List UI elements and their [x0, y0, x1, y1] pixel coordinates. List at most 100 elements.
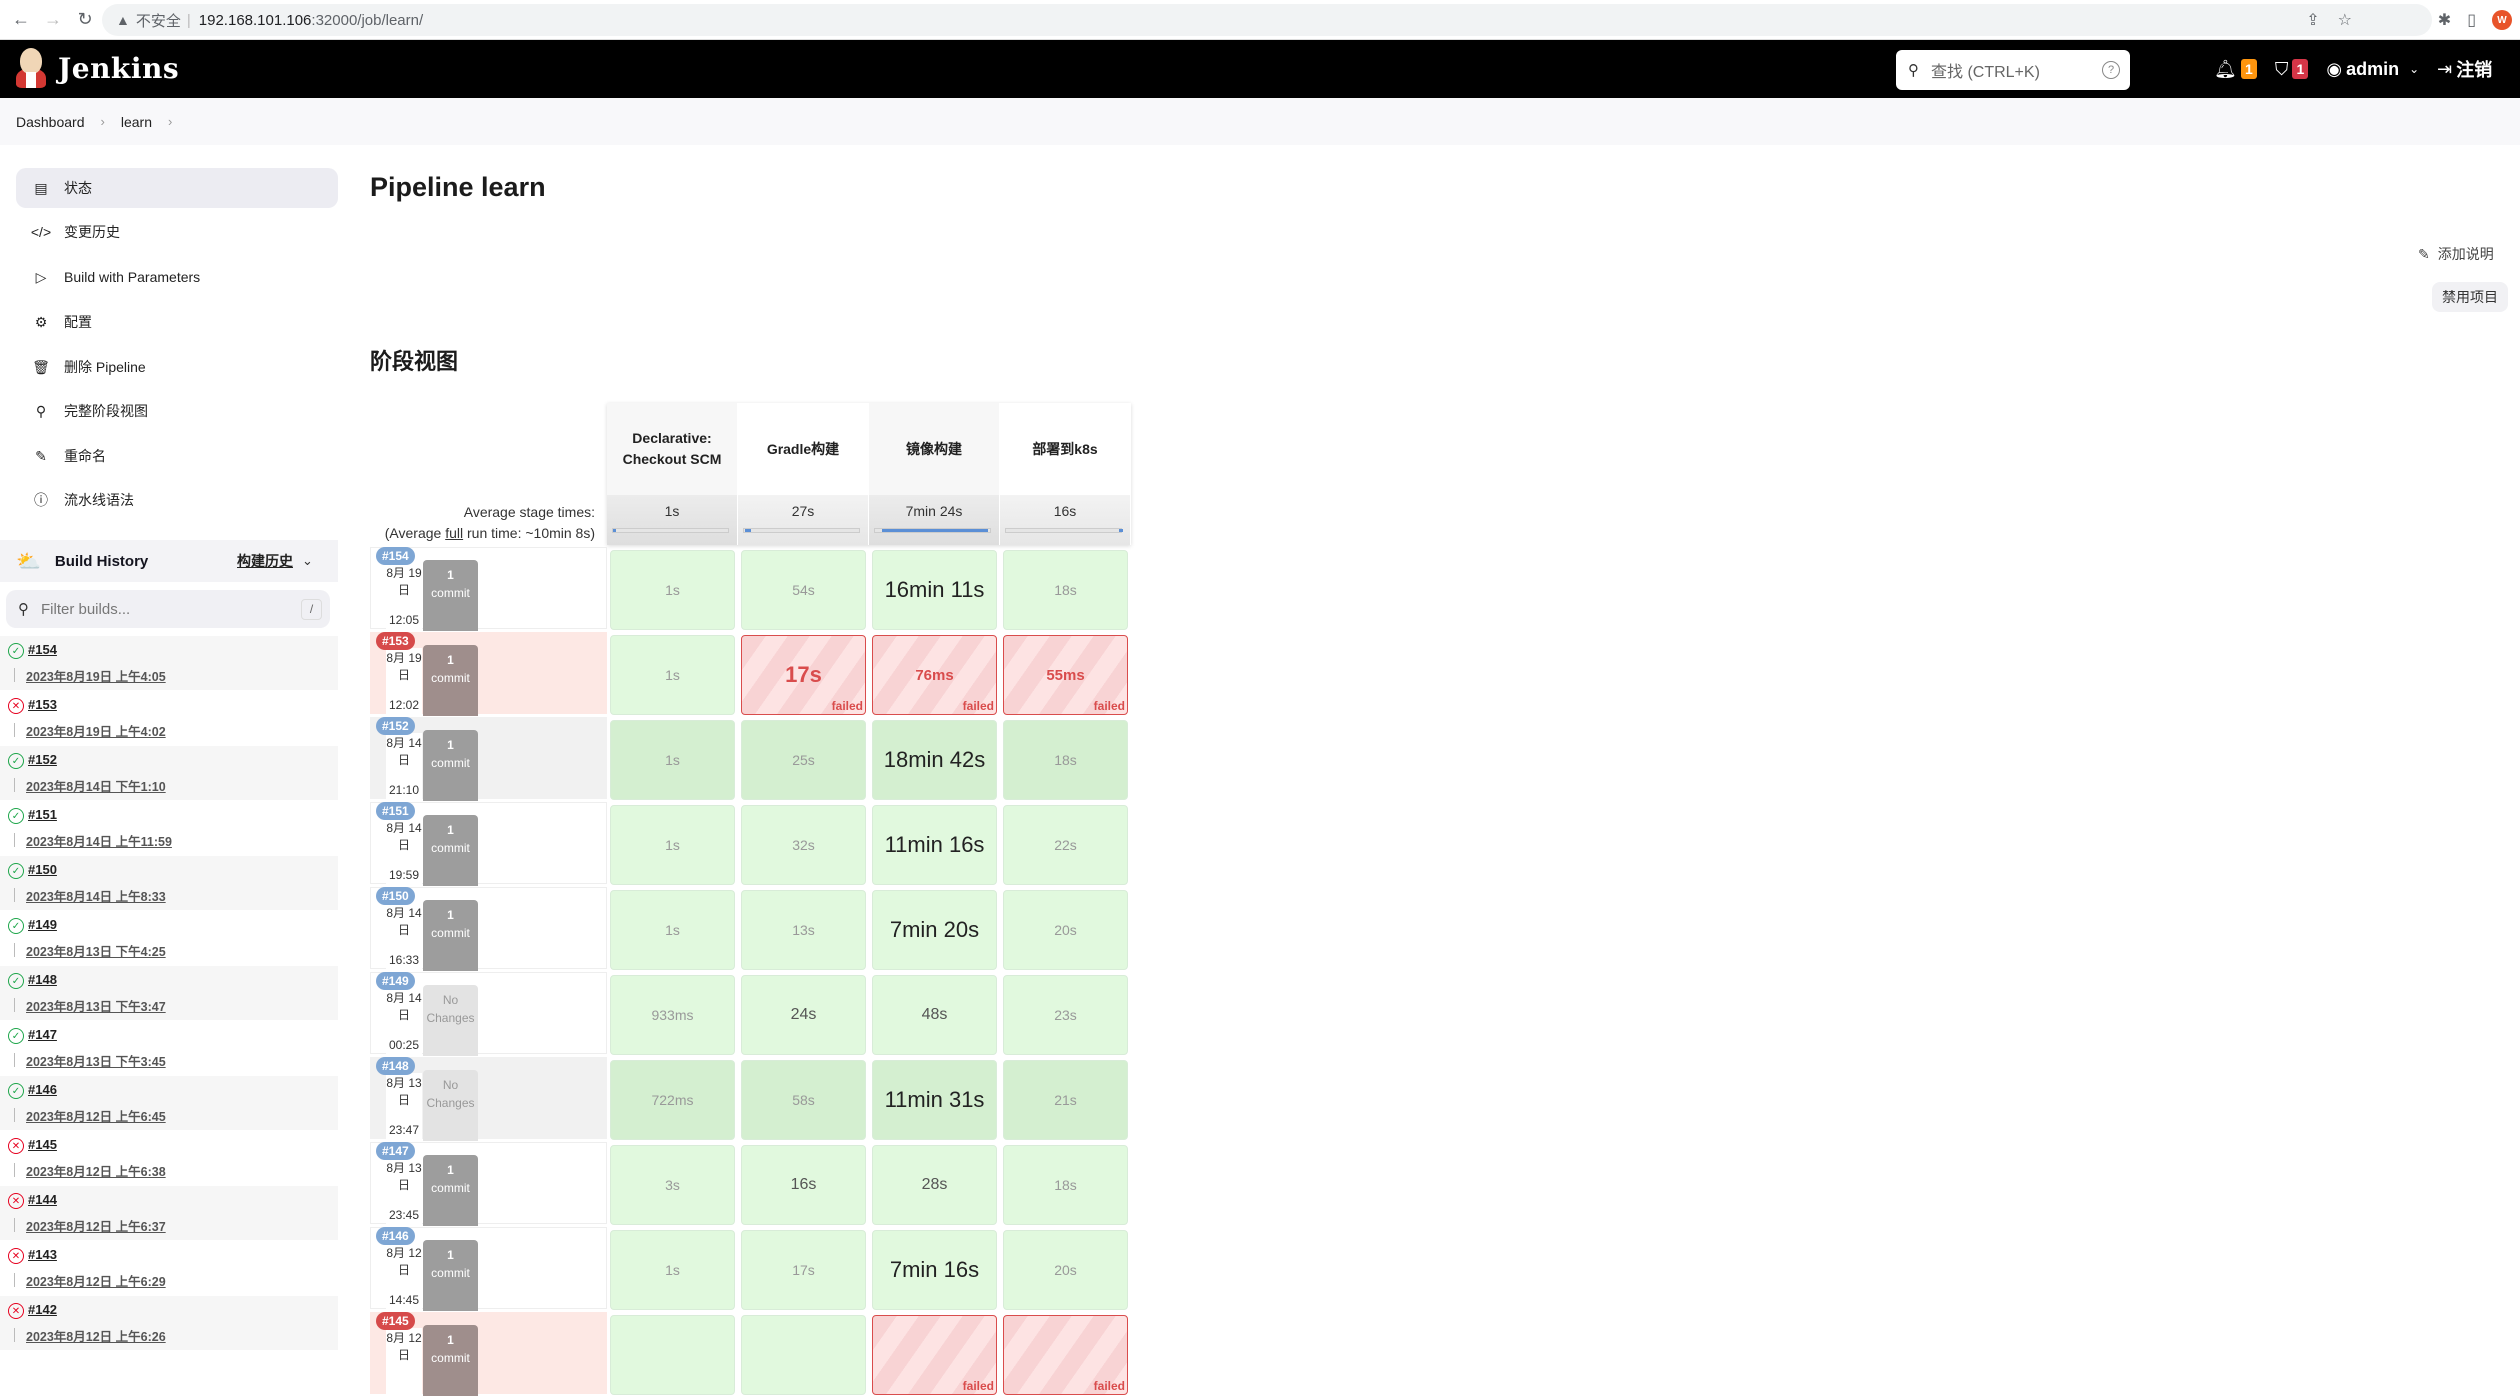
build-number-link[interactable]: #150 — [28, 862, 57, 877]
stage-cell-failed[interactable]: 55ms failed — [1003, 635, 1128, 715]
run-number-badge[interactable]: #154 — [376, 547, 415, 565]
run-number-badge[interactable]: #148 — [376, 1057, 415, 1075]
build-time-link[interactable]: 2023年8月13日 下午4:25 — [26, 941, 166, 960]
run-info[interactable]: 8月 14 日 19:59 1 commit #151 — [370, 802, 607, 886]
run-info[interactable]: 8月 19 日 12:02 1 commit #153 — [370, 632, 607, 716]
stage-cell-failed[interactable]: 76ms failed — [872, 635, 997, 715]
add-description-button[interactable]: ✎ 添加说明 — [2418, 244, 2494, 264]
build-number-link[interactable]: #146 — [28, 1082, 57, 1097]
build-time-link[interactable]: 2023年8月12日 上午6:38 — [26, 1161, 166, 1180]
build-number-link[interactable]: #148 — [28, 972, 57, 987]
build-time-link[interactable]: 2023年8月14日 下午1:10 — [26, 776, 166, 795]
stage-cell-success[interactable]: 1s — [610, 635, 735, 715]
stage-cell-success[interactable]: 13s — [741, 890, 866, 970]
changes-box[interactable]: 1 commit — [423, 1325, 478, 1396]
stage-cell-success[interactable]: 24s — [741, 975, 866, 1055]
build-number-link[interactable]: #145 — [28, 1137, 57, 1152]
changes-box[interactable]: 1 commit — [423, 1240, 478, 1311]
build-number-link[interactable]: #152 — [28, 752, 57, 767]
stage-cell-success[interactable]: 11min 31s — [872, 1060, 997, 1140]
stage-cell-success[interactable]: 11min 16s — [872, 805, 997, 885]
bookmark-star-icon[interactable]: ☆ — [2338, 10, 2352, 30]
run-number-badge[interactable]: #150 — [376, 887, 415, 905]
chevron-right-icon[interactable]: › — [168, 114, 172, 129]
build-time-link[interactable]: 2023年8月12日 上午6:29 — [26, 1271, 166, 1290]
full-run-link[interactable]: full — [445, 525, 463, 541]
run-info[interactable]: 8月 14 日 16:33 1 commit #150 — [370, 887, 607, 971]
back-icon[interactable]: ← — [10, 9, 32, 31]
stage-cell-success[interactable] — [741, 1315, 866, 1395]
stage-cell-failed[interactable]: 17s failed — [741, 635, 866, 715]
stage-cell-success[interactable]: 18s — [1003, 1145, 1128, 1225]
run-number-badge[interactable]: #152 — [376, 717, 415, 735]
sidebar-item-delete-pipeline[interactable]: 🗑︎ 删除 Pipeline — [16, 347, 338, 387]
sidebar-item-full-stage-view[interactable]: ⚲ 完整阶段视图 — [16, 391, 338, 431]
stage-cell-failed[interactable]: failed — [1003, 1315, 1128, 1395]
stage-cell-success[interactable]: 3s — [610, 1145, 735, 1225]
breadcrumb-learn[interactable]: learn — [121, 114, 152, 130]
stage-cell-success[interactable]: 20s — [1003, 890, 1128, 970]
build-number-link[interactable]: #153 — [28, 697, 57, 712]
build-number-link[interactable]: #151 — [28, 807, 57, 822]
build-number-link[interactable]: #142 — [28, 1302, 57, 1317]
stage-cell-success[interactable]: 18min 42s — [872, 720, 997, 800]
build-time-link[interactable]: 2023年8月12日 上午6:26 — [26, 1326, 166, 1345]
stage-cell-success[interactable]: 48s — [872, 975, 997, 1055]
stage-cell-success[interactable]: 7min 20s — [872, 890, 997, 970]
changes-box[interactable]: 1 commit — [423, 730, 478, 801]
build-number-link[interactable]: #154 — [28, 642, 57, 657]
stage-cell-success[interactable]: 18s — [1003, 720, 1128, 800]
stage-cell-success[interactable]: 1s — [610, 805, 735, 885]
stage-cell-success[interactable]: 22s — [1003, 805, 1128, 885]
build-time-link[interactable]: 2023年8月19日 上午4:02 — [26, 721, 166, 740]
reload-icon[interactable]: ↻ — [74, 9, 96, 31]
build-time-link[interactable]: 2023年8月19日 上午4:05 — [26, 666, 166, 685]
filter-builds-input[interactable]: ⚲ Filter builds... / — [6, 590, 330, 628]
jenkins-logo[interactable]: Jenkins — [14, 48, 179, 88]
address-bar[interactable]: ▲ 不安全 | 192.168.101.106:32000/job/learn/… — [102, 4, 2432, 36]
profile-avatar[interactable]: W — [2492, 10, 2512, 30]
sidebar-item-configure[interactable]: ⚙ 配置 — [16, 302, 338, 342]
logout-button[interactable]: ⇥ 注销 — [2437, 56, 2492, 82]
stage-cell-success[interactable]: 1s — [610, 1230, 735, 1310]
build-number-link[interactable]: #149 — [28, 917, 57, 932]
changes-box[interactable]: 1 commit — [423, 900, 478, 971]
stage-cell-success[interactable] — [610, 1315, 735, 1395]
chevron-down-icon[interactable]: ⌄ — [302, 553, 313, 569]
build-number-link[interactable]: #144 — [28, 1192, 57, 1207]
stage-cell-success[interactable]: 17s — [741, 1230, 866, 1310]
stage-cell-success[interactable]: 25s — [741, 720, 866, 800]
stage-cell-success[interactable]: 21s — [1003, 1060, 1128, 1140]
notifications-button[interactable]: 🔔︎ 1 — [2214, 59, 2257, 80]
build-time-link[interactable]: 2023年8月12日 上午6:45 — [26, 1106, 166, 1125]
sidebar-item-build-with-parameters[interactable]: ▷ Build with Parameters — [16, 257, 338, 297]
build-number-link[interactable]: #147 — [28, 1027, 57, 1042]
run-info[interactable]: 8月 14 日 00:25 No Changes #149 — [370, 972, 607, 1056]
stage-cell-success[interactable]: 20s — [1003, 1230, 1128, 1310]
stage-cell-success[interactable]: 16min 11s — [872, 550, 997, 630]
forward-icon[interactable]: → — [42, 9, 64, 31]
build-time-link[interactable]: 2023年8月14日 上午11:59 — [26, 831, 172, 850]
changes-box[interactable]: 1 commit — [423, 560, 478, 631]
breadcrumb-dashboard[interactable]: Dashboard — [16, 114, 85, 130]
search-input[interactable]: ⚲ 查找 (CTRL+K) ? — [1896, 50, 2130, 90]
disable-project-button[interactable]: 禁用项目 — [2432, 282, 2508, 312]
extensions-icon[interactable]: ✱ — [2438, 10, 2451, 30]
run-info[interactable]: 8月 12 日 14:45 1 commit #146 — [370, 1227, 607, 1311]
stage-cell-success[interactable]: 16s — [741, 1145, 866, 1225]
changes-box[interactable]: 1 commit — [423, 645, 478, 716]
stage-cell-success[interactable]: 933ms — [610, 975, 735, 1055]
run-info[interactable]: 8月 13 日 23:47 No Changes #148 — [370, 1057, 607, 1141]
stage-cell-failed[interactable]: failed — [872, 1315, 997, 1395]
stage-cell-success[interactable]: 722ms — [610, 1060, 735, 1140]
stage-cell-success[interactable]: 1s — [610, 890, 735, 970]
stage-cell-success[interactable]: 54s — [741, 550, 866, 630]
stage-cell-success[interactable]: 32s — [741, 805, 866, 885]
share-icon[interactable]: ⇪ — [2306, 10, 2319, 30]
run-info[interactable]: 8月 12 日 1 commit #145 — [370, 1312, 607, 1396]
stage-cell-success[interactable]: 7min 16s — [872, 1230, 997, 1310]
sidebar-item-pipeline-syntax[interactable]: ⓘ 流水线语法 — [16, 480, 338, 520]
sidebar-item-changes[interactable]: </> 变更历史 — [16, 212, 338, 252]
run-number-badge[interactable]: #145 — [376, 1312, 415, 1330]
sidebar-item-rename[interactable]: ✎ 重命名 — [16, 436, 338, 476]
